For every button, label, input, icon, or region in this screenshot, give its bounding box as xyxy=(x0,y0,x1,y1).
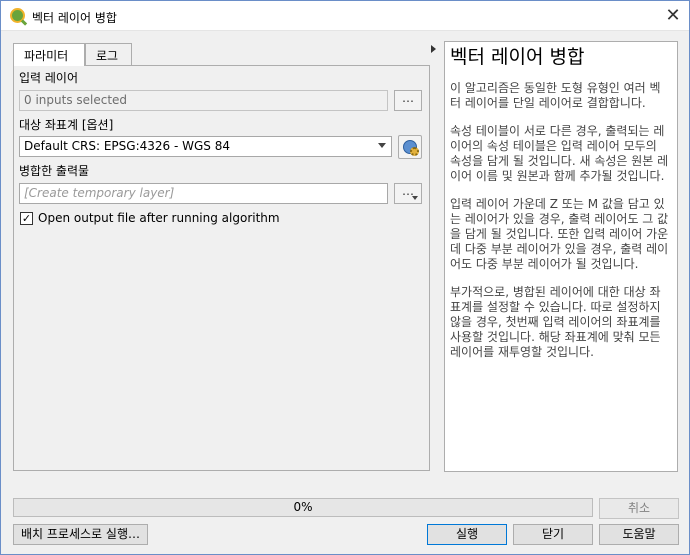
tab-parameters[interactable]: 파라미터 xyxy=(13,43,85,66)
input-layers-browse-button[interactable]: … xyxy=(394,90,422,111)
input-layers-label: 입력 레이어 xyxy=(19,71,79,85)
target-crs-value: Default CRS: EPSG:4326 - WGS 84 xyxy=(24,139,230,153)
parameters-panel: 입력 레이어 0 inputs selected … 대상 좌표계 [옵션] D… xyxy=(13,65,430,471)
run-button[interactable]: 실행 xyxy=(427,524,507,545)
qgis-logo-icon xyxy=(10,8,25,23)
help-paragraph: 부가적으로, 병합된 레이어에 대한 대상 좌표계를 설정할 수 있습니다. 따… xyxy=(450,285,661,359)
output-label: 병합한 출력물 xyxy=(19,164,90,178)
collapse-panel-arrow-icon[interactable] xyxy=(431,45,436,53)
help-paragraph: 이 알고리즘은 동일한 도형 유형인 여러 벡터 레이어를 단일 레이어로 결합… xyxy=(450,81,661,110)
gear-icon xyxy=(410,147,419,156)
close-button[interactable]: 닫기 xyxy=(513,524,593,545)
window-title: 벡터 레이어 병합 xyxy=(32,11,117,25)
target-crs-label: 대상 좌표계 [옵션] xyxy=(19,118,114,132)
help-button[interactable]: 도움말 xyxy=(599,524,679,545)
open-output-label[interactable]: Open output file after running algorithm xyxy=(38,211,280,225)
input-layers-field[interactable]: 0 inputs selected xyxy=(19,90,388,111)
cancel-button[interactable]: 취소 xyxy=(599,498,679,519)
output-browse-button[interactable]: … xyxy=(394,183,422,204)
target-crs-select[interactable]: Default CRS: EPSG:4326 - WGS 84 xyxy=(19,136,392,157)
progress-bar: 0% xyxy=(13,498,593,517)
tab-log[interactable]: 로그 xyxy=(85,43,132,65)
open-output-checkbox[interactable]: ✓ xyxy=(20,212,33,225)
help-title: 벡터 레이어 병합 xyxy=(450,46,585,68)
title-bar: 벡터 레이어 병합 ✕ xyxy=(1,1,689,31)
chevron-down-icon xyxy=(378,143,386,148)
processing-dialog: 벡터 레이어 병합 ✕ 파라미터 로그 입력 레이어 0 inputs sele… xyxy=(0,0,690,555)
help-paragraph: 속성 테이블이 서로 다른 경우, 출력되는 레이어의 속성 테이블은 입력 레… xyxy=(450,124,669,183)
help-panel: 벡터 레이어 병합 이 알고리즘은 동일한 도형 유형인 여러 벡터 레이어를 … xyxy=(444,41,678,472)
close-window-button[interactable]: ✕ xyxy=(661,5,685,27)
select-crs-button[interactable] xyxy=(398,135,422,159)
chevron-down-icon xyxy=(412,196,418,200)
output-destination-field[interactable]: [Create temporary layer] xyxy=(19,183,388,204)
help-paragraph: 입력 레이어 가운데 Z 또는 M 값을 담고 있는 레이어가 있을 경우, 출… xyxy=(450,197,669,271)
run-as-batch-button[interactable]: 배치 프로세스로 실행… xyxy=(13,524,148,545)
